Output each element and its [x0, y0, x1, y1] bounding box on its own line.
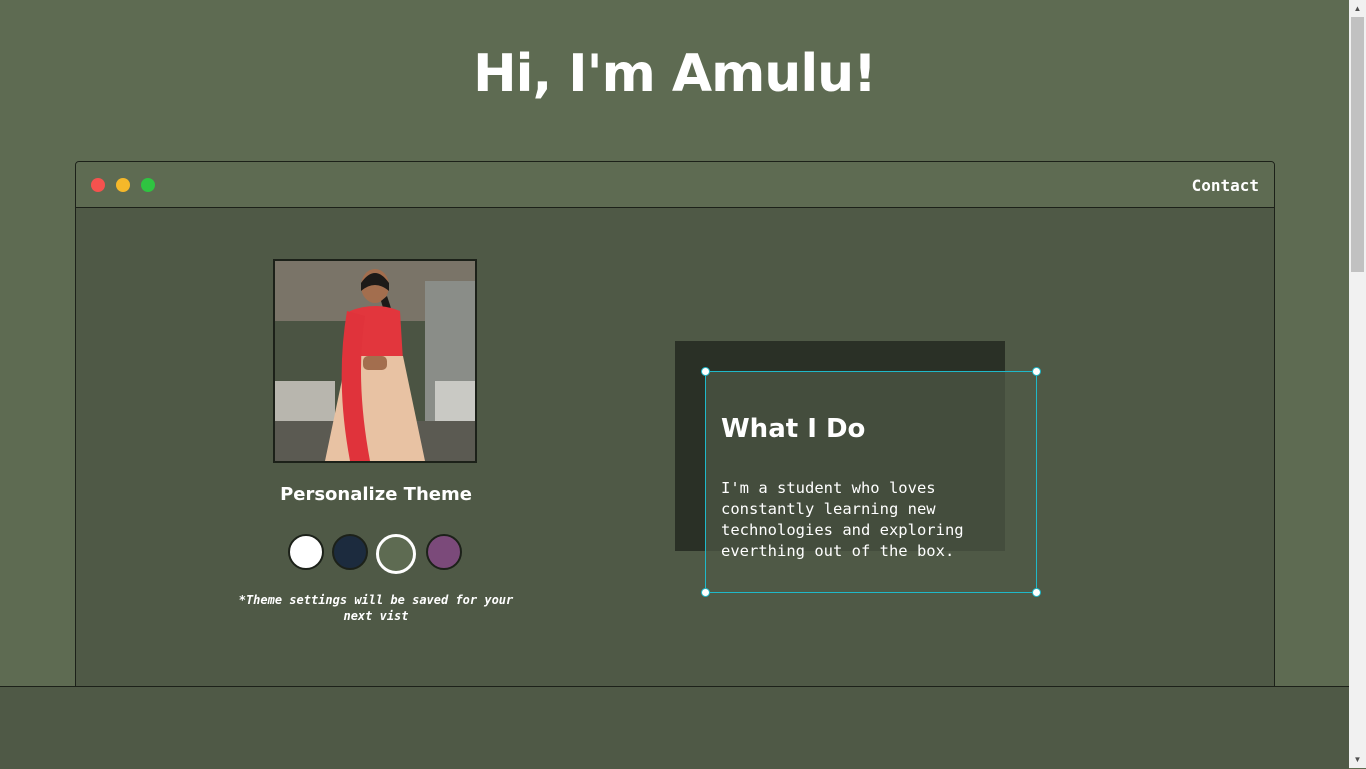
hero-title: Hi, I'm Amulu!	[473, 44, 877, 104]
resize-handle-bottom-left[interactable]	[701, 588, 710, 597]
bottom-section	[0, 686, 1349, 769]
theme-swatch-green-selected[interactable]	[376, 534, 416, 574]
contact-link[interactable]: Contact	[1192, 176, 1259, 195]
maximize-dot-icon[interactable]	[141, 178, 155, 192]
close-dot-icon[interactable]	[91, 178, 105, 192]
what-i-do-card: What I Do I'm a student who loves consta…	[701, 367, 1041, 597]
scrollbar-thumb[interactable]	[1351, 17, 1364, 272]
vertical-scrollbar[interactable]: ▲ ▼	[1349, 0, 1366, 768]
theme-note: *Theme settings will be saved for your n…	[238, 593, 514, 623]
window-title-bar: Contact	[76, 162, 1274, 208]
resize-handle-bottom-right[interactable]	[1032, 588, 1041, 597]
theme-swatch-purple[interactable]	[426, 534, 462, 570]
theme-swatch-blue[interactable]	[332, 534, 368, 570]
minimize-dot-icon[interactable]	[116, 178, 130, 192]
browser-window: Contact Personalize Theme *Theme setting…	[75, 161, 1275, 687]
resize-handle-top-left[interactable]	[701, 367, 710, 376]
card-title: What I Do	[721, 414, 866, 444]
theme-title: Personalize Theme	[280, 484, 472, 505]
resize-handle-top-right[interactable]	[1032, 367, 1041, 376]
theme-swatch-light[interactable]	[288, 534, 324, 570]
scroll-up-icon[interactable]: ▲	[1349, 0, 1366, 17]
card-text: I'm a student who loves constantly learn…	[721, 479, 964, 560]
profile-photo	[273, 259, 477, 463]
page: Hi, I'm Amulu! Contact Personalize Theme…	[0, 0, 1349, 769]
scroll-down-icon[interactable]: ▼	[1349, 751, 1366, 768]
